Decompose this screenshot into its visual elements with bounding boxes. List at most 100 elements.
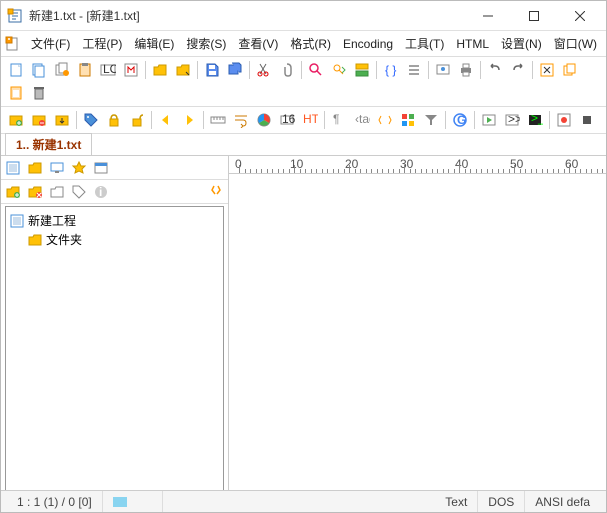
- project-tree[interactable]: 新建工程 文件夹: [5, 206, 224, 507]
- syntax-icon[interactable]: [374, 109, 396, 131]
- tree-root[interactable]: 新建工程: [10, 211, 219, 230]
- find-next-icon[interactable]: [328, 59, 350, 81]
- open-folder-icon[interactable]: [149, 59, 171, 81]
- block-paste-icon[interactable]: [5, 82, 27, 104]
- menu-window[interactable]: 窗口(W): [548, 33, 603, 54]
- goto-left-icon[interactable]: [155, 109, 177, 131]
- tab-folder-icon[interactable]: [27, 160, 43, 176]
- save-all-icon[interactable]: [224, 59, 246, 81]
- separator: [474, 111, 475, 129]
- play-icon[interactable]: [478, 109, 500, 131]
- lock-icon[interactable]: [103, 109, 125, 131]
- status-eol[interactable]: DOS: [478, 491, 525, 512]
- menu-edit[interactable]: 编辑(E): [128, 33, 180, 54]
- tab-active[interactable]: 1.. 新建1.txt: [5, 133, 92, 155]
- settings-icon[interactable]: [208, 184, 224, 200]
- add-folder-icon[interactable]: [5, 184, 21, 200]
- status-syntax[interactable]: Text: [435, 491, 478, 512]
- copy-icon[interactable]: [51, 59, 73, 81]
- tab-project-icon[interactable]: [5, 160, 21, 176]
- paste-icon[interactable]: [74, 59, 96, 81]
- record-icon[interactable]: [553, 109, 575, 131]
- close-button[interactable]: [558, 2, 602, 30]
- new-file-icon[interactable]: [5, 59, 27, 81]
- html-view-icon[interactable]: HTML: [299, 109, 321, 131]
- status-encoding[interactable]: ANSI defa: [525, 491, 600, 512]
- window-title: 新建1.txt - [新建1.txt]: [29, 7, 466, 24]
- attachment-icon[interactable]: [276, 59, 298, 81]
- list-icon[interactable]: [403, 59, 425, 81]
- color-icon[interactable]: [397, 109, 419, 131]
- info-icon[interactable]: i: [93, 184, 109, 200]
- tab-window-icon[interactable]: [93, 160, 109, 176]
- unlock-icon[interactable]: [126, 109, 148, 131]
- separator: [197, 61, 198, 79]
- menu-settings[interactable]: 设置(N): [495, 33, 548, 54]
- stop-icon[interactable]: [576, 109, 598, 131]
- menu-html[interactable]: HTML: [450, 35, 495, 53]
- terminal-icon[interactable]: >_: [524, 109, 546, 131]
- save-icon[interactable]: [201, 59, 223, 81]
- tag-filter-icon[interactable]: [71, 184, 87, 200]
- project-icon: [10, 214, 24, 228]
- new-project-icon[interactable]: [5, 109, 27, 131]
- sidebar-toolbar: i: [1, 180, 228, 204]
- block-cut-icon[interactable]: [536, 59, 558, 81]
- cut-icon[interactable]: [253, 59, 275, 81]
- show-tag-icon[interactable]: ‹tag: [351, 109, 373, 131]
- tab-monitor-icon[interactable]: [49, 160, 65, 176]
- redo-icon[interactable]: [507, 59, 529, 81]
- editor[interactable]: [229, 174, 606, 511]
- menu-search[interactable]: 搜索(S): [180, 33, 232, 54]
- remove-folder-icon[interactable]: [27, 184, 43, 200]
- goto-right-icon[interactable]: [178, 109, 200, 131]
- new-folder-icon[interactable]: [49, 184, 65, 200]
- wrap-icon[interactable]: [230, 109, 252, 131]
- menu-file[interactable]: 文件(F): [25, 33, 76, 54]
- folder-icon: [28, 233, 42, 247]
- svg-text:¶: ¶: [333, 112, 339, 126]
- menu-help[interactable]: 帮助(H): [603, 33, 607, 54]
- step-icon[interactable]: >>: [501, 109, 523, 131]
- close-project-icon[interactable]: [28, 109, 50, 131]
- menu-view[interactable]: 查看(V): [232, 33, 284, 54]
- load-project-icon[interactable]: [51, 109, 73, 131]
- svg-text:>>: >>: [508, 112, 520, 126]
- menu-encoding[interactable]: Encoding: [337, 35, 399, 53]
- menu-tools[interactable]: 工具(T): [399, 33, 450, 54]
- brace-match-icon[interactable]: { }: [380, 59, 402, 81]
- tree-child[interactable]: 文件夹: [10, 230, 219, 249]
- delete-icon[interactable]: [28, 82, 50, 104]
- open-recent-icon[interactable]: [172, 59, 194, 81]
- app-icon: [7, 8, 23, 24]
- new-doc-icon[interactable]: [5, 36, 21, 52]
- separator: [151, 111, 152, 129]
- svg-text:G: G: [457, 113, 466, 127]
- undo-icon[interactable]: [484, 59, 506, 81]
- print-icon[interactable]: [455, 59, 477, 81]
- filter-icon[interactable]: [420, 109, 442, 131]
- pie-chart-icon[interactable]: [253, 109, 275, 131]
- macro-icon[interactable]: [120, 59, 142, 81]
- sidebar: i 新建工程 文件夹: [1, 156, 229, 511]
- google-icon[interactable]: G: [449, 109, 471, 131]
- replace-icon[interactable]: [351, 59, 373, 81]
- block-copy-icon[interactable]: [559, 59, 581, 81]
- minimize-button[interactable]: [466, 2, 510, 30]
- separator: [549, 111, 550, 129]
- maximize-button[interactable]: [512, 2, 556, 30]
- ruler-icon[interactable]: [207, 109, 229, 131]
- new-file-menu-icon[interactable]: [28, 59, 50, 81]
- find-icon[interactable]: [305, 59, 327, 81]
- hex-icon[interactable]: 16: [276, 109, 298, 131]
- tag-icon[interactable]: [80, 109, 102, 131]
- window-controls: [466, 2, 602, 30]
- preview-icon[interactable]: [432, 59, 454, 81]
- tab-favorites-icon[interactable]: [71, 160, 87, 176]
- menu-project[interactable]: 工程(P): [76, 33, 128, 54]
- menu-format[interactable]: 格式(R): [284, 33, 337, 54]
- tree-root-label: 新建工程: [28, 212, 76, 229]
- show-cr-icon[interactable]: ¶: [328, 109, 350, 131]
- editor-area: 0102030405060: [229, 156, 606, 511]
- log-icon[interactable]: LOG: [97, 59, 119, 81]
